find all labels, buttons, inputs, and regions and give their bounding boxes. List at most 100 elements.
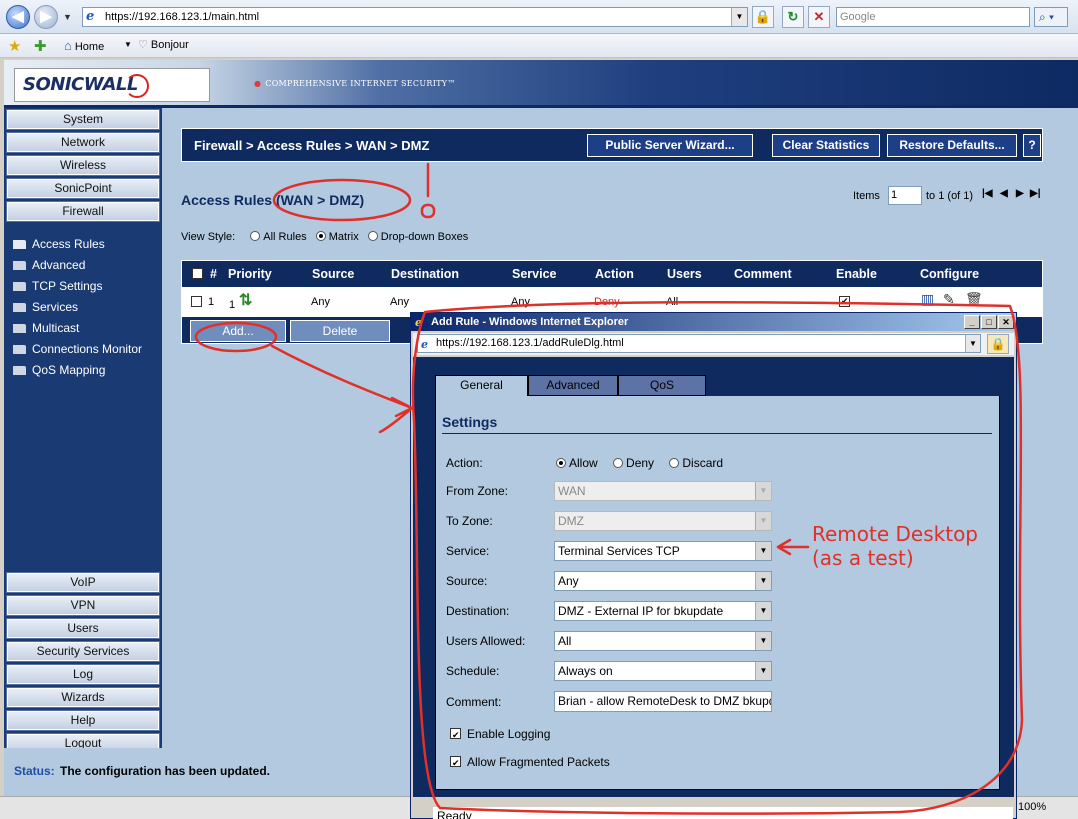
first-page-icon[interactable]: |◀ <box>982 188 993 199</box>
general-settings-panel: Settings Action: Allow Deny Discard From… <box>435 396 1000 790</box>
view-dropdown-radio[interactable]: Drop-down Boxes <box>367 231 468 243</box>
sidebar-item-security-services[interactable]: Security Services <box>6 641 160 662</box>
home-link[interactable]: ⌂ Home <box>64 38 104 53</box>
bonjour-link[interactable]: ♡ Bonjour <box>138 38 189 51</box>
last-page-icon[interactable]: ▶| <box>1030 188 1041 199</box>
trash-icon[interactable]: 🗑 <box>965 291 983 308</box>
tab-qos[interactable]: QoS <box>618 375 706 396</box>
service-select[interactable]: Terminal Services TCP ▼ <box>554 541 772 561</box>
clear-statistics-button[interactable]: Clear Statistics <box>772 134 880 157</box>
lock-icon[interactable]: 🔒 <box>987 334 1009 354</box>
priority-arrows-icon[interactable]: ⇅ <box>239 290 252 310</box>
subnav-connections-monitor[interactable]: Connections Monitor <box>13 341 142 357</box>
search-icon[interactable]: ⌕ ▾ <box>1034 7 1068 27</box>
subnav-services[interactable]: Services <box>13 299 78 315</box>
row-select-checkbox[interactable] <box>191 296 202 307</box>
sonicwall-logo: SONICWALL <box>14 68 210 102</box>
help-button[interactable]: ? <box>1023 134 1041 157</box>
sidebar-item-wireless[interactable]: Wireless <box>6 155 160 176</box>
folder-icon <box>13 261 26 270</box>
zoom-level[interactable]: 100% <box>1018 801 1046 813</box>
history-dropdown-icon[interactable]: ▼ <box>63 12 72 22</box>
address-dropdown-icon[interactable]: ▼ <box>731 8 747 26</box>
comment-input[interactable]: Brian - allow RemoteDesk to DMZ bkupdate <box>554 691 772 712</box>
lock-icon[interactable]: 🔒 <box>752 6 774 28</box>
sidebar-item-users[interactable]: Users <box>6 618 160 639</box>
subnav-multicast[interactable]: Multicast <box>13 320 79 336</box>
sidebar-item-network[interactable]: Network <box>6 132 160 153</box>
browser-toolbar: ◀ ▶ ▼ e https://192.168.123.1/main.html … <box>0 0 1078 34</box>
popup-address-input[interactable]: e https://192.168.123.1/addRuleDlg.html … <box>417 334 981 353</box>
tab-general[interactable]: General <box>435 375 528 397</box>
dropdown-icon: ▼ <box>755 542 771 560</box>
popup-status-bar: Ready <box>433 807 1013 819</box>
favorites-bar: ★ ✚ ⌂ Home ▼ ♡ Bonjour <box>0 34 1078 58</box>
tagline: ● COMPREHENSIVE INTERNET SECURITY™ <box>254 79 456 88</box>
sidebar-item-wizards[interactable]: Wizards <box>6 687 160 708</box>
delete-rule-button[interactable]: Delete <box>290 320 390 342</box>
view-matrix-radio[interactable]: Matrix <box>315 231 359 243</box>
subnav-qos-mapping[interactable]: QoS Mapping <box>13 362 105 378</box>
sidebar-item-vpn[interactable]: VPN <box>6 595 160 616</box>
search-input[interactable]: Google <box>836 7 1030 27</box>
home-dropdown-icon[interactable]: ▼ <box>124 40 132 49</box>
bonjour-icon: ♡ <box>138 39 148 51</box>
close-icon[interactable]: ✕ <box>998 315 1014 329</box>
action-deny-radio[interactable]: Deny <box>613 456 654 470</box>
page-title: Access Rules (WAN > DMZ) <box>181 192 365 208</box>
items-label: Items <box>853 190 880 202</box>
sidebar-item-log[interactable]: Log <box>6 664 160 685</box>
favorites-star-icon[interactable]: ★ <box>8 37 21 55</box>
stop-icon[interactable]: ✕ <box>808 6 830 28</box>
schedule-select[interactable]: Always on ▼ <box>554 661 772 681</box>
folder-icon <box>13 282 26 291</box>
window-titlebar[interactable]: e Add Rule - Windows Internet Explorer _… <box>411 313 1016 331</box>
users-allowed-select[interactable]: All ▼ <box>554 631 772 651</box>
action-allow-radio[interactable]: Allow <box>556 456 598 470</box>
back-arrow-icon[interactable]: ◀ <box>6 5 30 29</box>
view-style: View Style: All Rules Matrix Drop-down B… <box>181 231 469 243</box>
banner: SONICWALL ● COMPREHENSIVE INTERNET SECURI… <box>4 60 1078 108</box>
maximize-icon[interactable]: □ <box>981 315 997 329</box>
minimize-icon[interactable]: _ <box>964 315 980 329</box>
tab-advanced[interactable]: Advanced <box>528 375 618 396</box>
rule-enable-checkbox[interactable] <box>839 296 850 307</box>
select-all-checkbox[interactable] <box>192 268 203 279</box>
popup-address-bar: e https://192.168.123.1/addRuleDlg.html … <box>413 333 1014 355</box>
forward-arrow-icon[interactable]: ▶ <box>34 5 58 29</box>
next-page-icon[interactable]: ▶ <box>1016 188 1024 199</box>
statistics-icon[interactable]: ▥ <box>921 291 934 308</box>
destination-select[interactable]: DMZ - External IP for bkupdate ▼ <box>554 601 772 621</box>
folder-icon <box>13 345 26 354</box>
sidebar-item-help[interactable]: Help <box>6 710 160 731</box>
action-discard-radio[interactable]: Discard <box>669 456 723 470</box>
address-dropdown-icon[interactable]: ▼ <box>965 335 980 352</box>
status-message: The configuration has been updated. <box>60 764 271 778</box>
sidebar-item-voip[interactable]: VoIP <box>6 572 160 593</box>
dropdown-icon: ▼ <box>755 632 771 650</box>
status-label: Status: <box>14 764 55 778</box>
add-rule-button[interactable]: Add... <box>190 320 286 342</box>
subnav-access-rules[interactable]: Access Rules <box>13 236 105 252</box>
edit-icon[interactable]: ✎ <box>943 291 955 308</box>
public-server-wizard-button[interactable]: Public Server Wizard... <box>587 134 753 157</box>
items-page-input[interactable]: 1 <box>888 186 922 205</box>
subnav-tcp-settings[interactable]: TCP Settings <box>13 278 102 294</box>
subnav-advanced[interactable]: Advanced <box>13 257 85 273</box>
sidebar-item-system[interactable]: System <box>6 109 160 130</box>
table-header: # Priority Source Destination Service Ac… <box>181 260 1043 288</box>
view-all-rules-radio[interactable]: All Rules <box>250 231 307 243</box>
prev-page-icon[interactable]: ◀ <box>1000 188 1008 199</box>
to-zone-select: DMZ ▼ <box>554 511 772 531</box>
source-select[interactable]: Any ▼ <box>554 571 772 591</box>
address-input[interactable]: e https://192.168.123.1/main.html ▼ <box>82 7 748 27</box>
add-favorite-icon[interactable]: ✚ <box>34 37 47 55</box>
enable-logging-checkbox[interactable]: Enable Logging <box>450 726 550 741</box>
dropdown-icon: ▼ <box>755 482 771 500</box>
restore-defaults-button[interactable]: Restore Defaults... <box>887 134 1017 157</box>
sidebar-item-firewall[interactable]: Firewall <box>6 201 160 222</box>
action-label: Action: <box>446 456 483 470</box>
allow-fragmented-checkbox[interactable]: Allow Fragmented Packets <box>450 754 610 769</box>
refresh-icon[interactable]: ↻ <box>782 6 804 28</box>
sidebar-item-sonicpoint[interactable]: SonicPoint <box>6 178 160 199</box>
